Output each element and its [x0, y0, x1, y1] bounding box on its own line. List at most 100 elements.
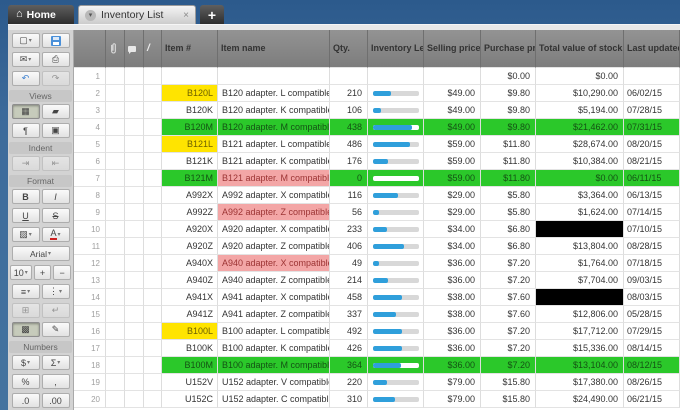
- cell-total-value[interactable]: $0.00: [536, 68, 624, 85]
- cell-last-updated[interactable]: 05/28/15: [624, 306, 680, 323]
- cell-inventory-level[interactable]: [368, 255, 424, 272]
- cell-total-value[interactable]: $10,384.00: [536, 153, 624, 170]
- cell-qty[interactable]: 426: [330, 340, 368, 357]
- cell-item-name[interactable]: A992 adapter. Z compatible: [218, 204, 330, 221]
- cell-selling-price[interactable]: $36.00: [424, 323, 481, 340]
- row-number[interactable]: 10: [74, 221, 106, 238]
- bold-button[interactable]: B: [11, 189, 40, 204]
- cell-inventory-level[interactable]: [368, 153, 424, 170]
- sum-button[interactable]: Σ ▾: [41, 355, 70, 370]
- header-qty[interactable]: Qty.: [330, 30, 368, 68]
- cell-last-updated[interactable]: [624, 68, 680, 85]
- cell-item-name[interactable]: B121 adapter. L compatible: [218, 136, 330, 153]
- cell-item-name[interactable]: B100 adapter. K compatible: [218, 340, 330, 357]
- cell-comment[interactable]: [125, 255, 144, 272]
- cell-selling-price[interactable]: $49.00: [424, 119, 481, 136]
- cell-action[interactable]: [144, 374, 162, 391]
- cell-comment[interactable]: [125, 272, 144, 289]
- cell-total-value[interactable]: $13,804.00: [536, 238, 624, 255]
- row-number[interactable]: 8: [74, 187, 106, 204]
- cell-comment[interactable]: [125, 153, 144, 170]
- cell-attachment[interactable]: [106, 391, 125, 408]
- font-color-button[interactable]: A ▾: [41, 227, 70, 242]
- cell-purchase-price[interactable]: $11.80: [481, 136, 536, 153]
- cell-qty[interactable]: 438: [330, 119, 368, 136]
- cell-total-value[interactable]: $12,806.00: [536, 306, 624, 323]
- cell-inventory-level[interactable]: [368, 187, 424, 204]
- cell-qty[interactable]: 56: [330, 204, 368, 221]
- align-button[interactable]: ≡ ▾: [11, 284, 40, 299]
- cell-item-number[interactable]: A941X: [162, 289, 218, 306]
- format-painter-button[interactable]: ✎: [41, 322, 70, 337]
- cell-attachment[interactable]: [106, 187, 125, 204]
- cell-item-name[interactable]: A992 adapter. X compatible: [218, 187, 330, 204]
- cell-qty[interactable]: 214: [330, 272, 368, 289]
- cell-purchase-price[interactable]: $7.60: [481, 289, 536, 306]
- cell-last-updated[interactable]: 07/18/15: [624, 255, 680, 272]
- cell-total-value[interactable]: $24,490.00: [536, 391, 624, 408]
- cell-attachment[interactable]: [106, 374, 125, 391]
- cell-attachment[interactable]: [106, 204, 125, 221]
- row-number[interactable]: 14: [74, 289, 106, 306]
- cell-inventory-level[interactable]: [368, 238, 424, 255]
- cell-item-number[interactable]: U152C: [162, 391, 218, 408]
- cell-item-number[interactable]: B100M: [162, 357, 218, 374]
- cell-selling-price[interactable]: $36.00: [424, 272, 481, 289]
- cell-action[interactable]: [144, 170, 162, 187]
- cell-qty[interactable]: 106: [330, 102, 368, 119]
- action-column-header[interactable]: /: [144, 30, 162, 68]
- cell-selling-price[interactable]: $59.00: [424, 136, 481, 153]
- cell-inventory-level[interactable]: [368, 323, 424, 340]
- cell-action[interactable]: [144, 102, 162, 119]
- cell-comment[interactable]: [125, 221, 144, 238]
- row-number[interactable]: 15: [74, 306, 106, 323]
- cell-total-value[interactable]: $13,104.00: [536, 357, 624, 374]
- cell-qty[interactable]: 210: [330, 85, 368, 102]
- vertical-align-button[interactable]: ⋮ ▾: [41, 284, 70, 299]
- cell-inventory-level[interactable]: [368, 289, 424, 306]
- cell-comment[interactable]: [125, 170, 144, 187]
- cell-inventory-level[interactable]: [368, 340, 424, 357]
- cell-item-name[interactable]: B120 adapter. M compatible: [218, 119, 330, 136]
- cell-last-updated[interactable]: 08/21/15: [624, 153, 680, 170]
- cell-purchase-price[interactable]: $11.80: [481, 170, 536, 187]
- cell-inventory-level[interactable]: [368, 391, 424, 408]
- cell-item-number[interactable]: B100L: [162, 323, 218, 340]
- row-number[interactable]: 5: [74, 136, 106, 153]
- cell-purchase-price[interactable]: $5.80: [481, 187, 536, 204]
- cell-purchase-price[interactable]: $11.80: [481, 153, 536, 170]
- cell-purchase-price[interactable]: $9.80: [481, 102, 536, 119]
- save-button[interactable]: [41, 33, 70, 48]
- cell-attachment[interactable]: [106, 85, 125, 102]
- cell-attachment[interactable]: [106, 272, 125, 289]
- cell-inventory-level[interactable]: [368, 102, 424, 119]
- cell-inventory-level[interactable]: [368, 68, 424, 85]
- cell-comment[interactable]: [125, 187, 144, 204]
- cell-qty[interactable]: 116: [330, 187, 368, 204]
- cell-comment[interactable]: [125, 289, 144, 306]
- cell-purchase-price[interactable]: $6.80: [481, 238, 536, 255]
- cell-item-name[interactable]: U152 adapter. C compatible: [218, 391, 330, 408]
- cell-attachment[interactable]: [106, 289, 125, 306]
- row-number[interactable]: 19: [74, 374, 106, 391]
- cell-action[interactable]: [144, 323, 162, 340]
- cell-total-value[interactable]: $15,336.00: [536, 340, 624, 357]
- cell-purchase-price[interactable]: $7.20: [481, 255, 536, 272]
- cell-comment[interactable]: [125, 204, 144, 221]
- cell-action[interactable]: [144, 340, 162, 357]
- cell-action[interactable]: [144, 119, 162, 136]
- cell-item-name[interactable]: B121 adapter. K compatible: [218, 153, 330, 170]
- tab-inventory-list[interactable]: ▾ Inventory List ×: [78, 5, 196, 24]
- print-button[interactable]: ⎙: [41, 52, 70, 67]
- cell-total-value[interactable]: $28,674.00: [536, 136, 624, 153]
- cell-qty[interactable]: 310: [330, 391, 368, 408]
- cell-action[interactable]: [144, 306, 162, 323]
- cell-total-value[interactable]: $17,380.00: [536, 374, 624, 391]
- comment-column-header[interactable]: [125, 30, 144, 68]
- cell-action[interactable]: [144, 68, 162, 85]
- cell-item-number[interactable]: B121K: [162, 153, 218, 170]
- cell-comment[interactable]: [125, 357, 144, 374]
- cell-attachment[interactable]: [106, 306, 125, 323]
- row-number[interactable]: 13: [74, 272, 106, 289]
- cell-last-updated[interactable]: 06/11/15: [624, 170, 680, 187]
